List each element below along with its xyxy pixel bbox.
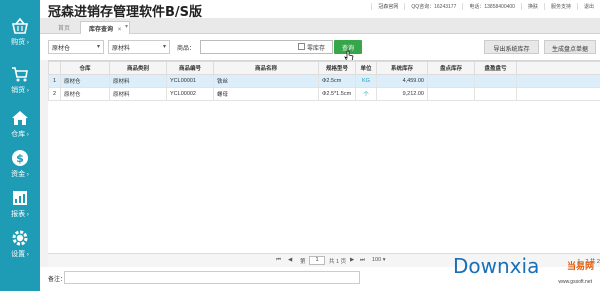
cell-code: YCL00002 xyxy=(166,87,214,101)
export-stock-button[interactable]: 导出系统库存 xyxy=(484,40,539,54)
sidebar-item-funds[interactable]: $ 资金 xyxy=(0,146,40,182)
top-links: 冠森官网 QQ咨询：16243177 电话：13858400400 换肤 服务支… xyxy=(371,3,600,10)
tab-label: 首页 xyxy=(58,26,71,32)
remark-input[interactable] xyxy=(64,271,360,284)
category-select-value: 原材料 xyxy=(112,46,131,52)
watermark-url: www.gssoft.net xyxy=(558,279,592,285)
cell-counted-stock[interactable] xyxy=(427,87,475,101)
cell-filler xyxy=(516,87,600,101)
page-total: 共 1 页 xyxy=(329,259,347,265)
column-header[interactable]: 系统库存 xyxy=(376,61,428,75)
row-number: 2 xyxy=(48,87,61,101)
last-page-icon[interactable]: ⏭ xyxy=(360,257,365,264)
column-header[interactable]: 商品编号 xyxy=(166,61,214,75)
cell-filler xyxy=(516,74,600,88)
column-header[interactable]: 商品名称 xyxy=(213,61,319,75)
cell-name: 螺母 xyxy=(213,87,319,101)
column-header[interactable]: 商品类别 xyxy=(109,61,167,75)
sidebar-item-reports[interactable]: 报表 xyxy=(0,186,40,222)
cell-warehouse: 原材仓 xyxy=(60,87,110,101)
column-header[interactable]: 规格型号 xyxy=(318,61,356,75)
sidebar-item-label: 资金 xyxy=(0,169,40,179)
page-prefix: 第 xyxy=(300,259,306,265)
site-watermark: Downxia 1 - 2 共 2 当易网 www.gssoft.net xyxy=(443,252,600,291)
generate-count-button[interactable]: 生成盘点单据 xyxy=(544,40,596,54)
cell-system-stock: 4,459.00 xyxy=(376,74,428,88)
cell-unit: 个 xyxy=(355,87,377,101)
sidebar-item-sales[interactable]: 销货 xyxy=(0,62,40,98)
cell-code: YCL00001 xyxy=(166,74,214,88)
cell-counted-stock[interactable] xyxy=(427,74,475,88)
top-link-support[interactable]: 服务支持 xyxy=(543,3,577,10)
tabs-more-icon[interactable]: ▾ xyxy=(122,21,131,34)
toolbar: 原材仓 ▾ 原材料 ▾ 商品： 零库存 查询 导出系统库存 生成盘点单据 xyxy=(40,34,600,60)
watermark-cn: 当易网 xyxy=(566,261,594,271)
report-icon xyxy=(13,191,27,205)
column-header xyxy=(48,61,61,75)
column-header[interactable]: 盘盈盘亏 xyxy=(474,61,517,75)
table-row[interactable]: 2 原材仓 原材料 YCL00002 螺母 Φ2.5*1.5cm 个 9,212… xyxy=(48,87,600,101)
top-link-logout[interactable]: 退出 xyxy=(576,3,600,10)
sidebar: 购货 销货 仓库 $ 资金 报表 设置 xyxy=(0,0,40,291)
svg-text:$: $ xyxy=(16,152,24,165)
chevron-down-icon: ▾ xyxy=(162,44,166,50)
sidebar-item-label: 设置 xyxy=(0,249,40,259)
next-page-icon[interactable]: ▶ xyxy=(350,257,354,263)
table-row[interactable]: 1 原材仓 原材料 YCL00001 铁丝 Φ2.5cm KG 4,459.00 xyxy=(48,74,600,88)
top-link-skin[interactable]: 换肤 xyxy=(520,3,544,10)
home-icon xyxy=(12,111,28,125)
row-number: 1 xyxy=(48,74,61,88)
column-header[interactable]: 单位 xyxy=(355,61,377,75)
inventory-table: 仓库 商品类别 商品编号 商品名称 规格型号 单位 系统库存 盘点库存 盘盈盘亏… xyxy=(48,60,600,253)
cell-spec: Φ2.5*1.5cm xyxy=(318,87,356,101)
first-page-icon[interactable]: ⏮ xyxy=(276,257,281,264)
chevron-down-icon: ▾ xyxy=(96,44,100,50)
watermark-brand: Downxia xyxy=(453,254,540,278)
page-number-input[interactable]: 1 xyxy=(309,256,325,265)
zero-stock-checkbox[interactable] xyxy=(298,43,305,50)
warehouse-select-value: 原材仓 xyxy=(52,46,71,52)
top-link-qq[interactable]: QQ咨询：16243177 xyxy=(404,3,462,10)
category-select[interactable]: 原材料 ▾ xyxy=(108,40,170,54)
page-size-select[interactable]: 100 ▾ xyxy=(372,257,385,263)
header: 冠森进销存管理软件B/S版 冠森官网 QQ咨询：16243177 电话：1385… xyxy=(40,0,600,20)
tab-home[interactable]: 首页 xyxy=(50,21,78,34)
cell-name: 铁丝 xyxy=(213,74,319,88)
cell-difference xyxy=(474,87,517,101)
dollar-icon: $ xyxy=(12,150,28,166)
sidebar-item-label: 购货 xyxy=(0,37,40,47)
sidebar-item-warehouse[interactable]: 仓库 xyxy=(0,106,40,142)
basket-icon xyxy=(12,17,28,34)
cell-difference xyxy=(474,74,517,88)
cell-category: 原材料 xyxy=(109,74,167,88)
sidebar-item-settings[interactable]: 设置 xyxy=(0,226,40,262)
sidebar-item-label: 报表 xyxy=(0,209,40,219)
table-header-row: 仓库 商品类别 商品编号 商品名称 规格型号 单位 系统库存 盘点库存 盘盈盘亏 xyxy=(48,61,600,75)
prev-page-icon[interactable]: ◀ xyxy=(288,257,292,263)
column-header[interactable]: 盘点库存 xyxy=(427,61,475,75)
sidebar-item-purchase[interactable]: 购货 xyxy=(0,14,40,50)
sidebar-item-label: 销货 xyxy=(0,85,40,95)
cell-system-stock: 9,212.00 xyxy=(376,87,428,101)
tab-bar: 首页 库存查询 × ▾ xyxy=(40,18,600,34)
warehouse-select[interactable]: 原材仓 ▾ xyxy=(48,40,104,54)
goods-label: 商品： xyxy=(177,46,196,52)
close-icon[interactable]: × xyxy=(118,27,122,33)
top-link-website[interactable]: 冠森官网 xyxy=(371,3,404,10)
cell-warehouse: 原材仓 xyxy=(60,74,110,88)
zero-stock-label: 零库存 xyxy=(307,46,326,52)
column-header-filler xyxy=(516,61,600,75)
gear-icon xyxy=(12,230,28,246)
cell-category: 原材料 xyxy=(109,87,167,101)
cart-icon xyxy=(12,67,28,82)
sidebar-item-label: 仓库 xyxy=(0,129,40,139)
top-link-phone: 电话：13858400400 xyxy=(462,3,521,10)
cell-spec: Φ2.5cm xyxy=(318,74,356,88)
tab-label: 库存查询 xyxy=(89,27,114,33)
column-header[interactable]: 仓库 xyxy=(60,61,110,75)
cell-unit: KG xyxy=(355,74,377,88)
